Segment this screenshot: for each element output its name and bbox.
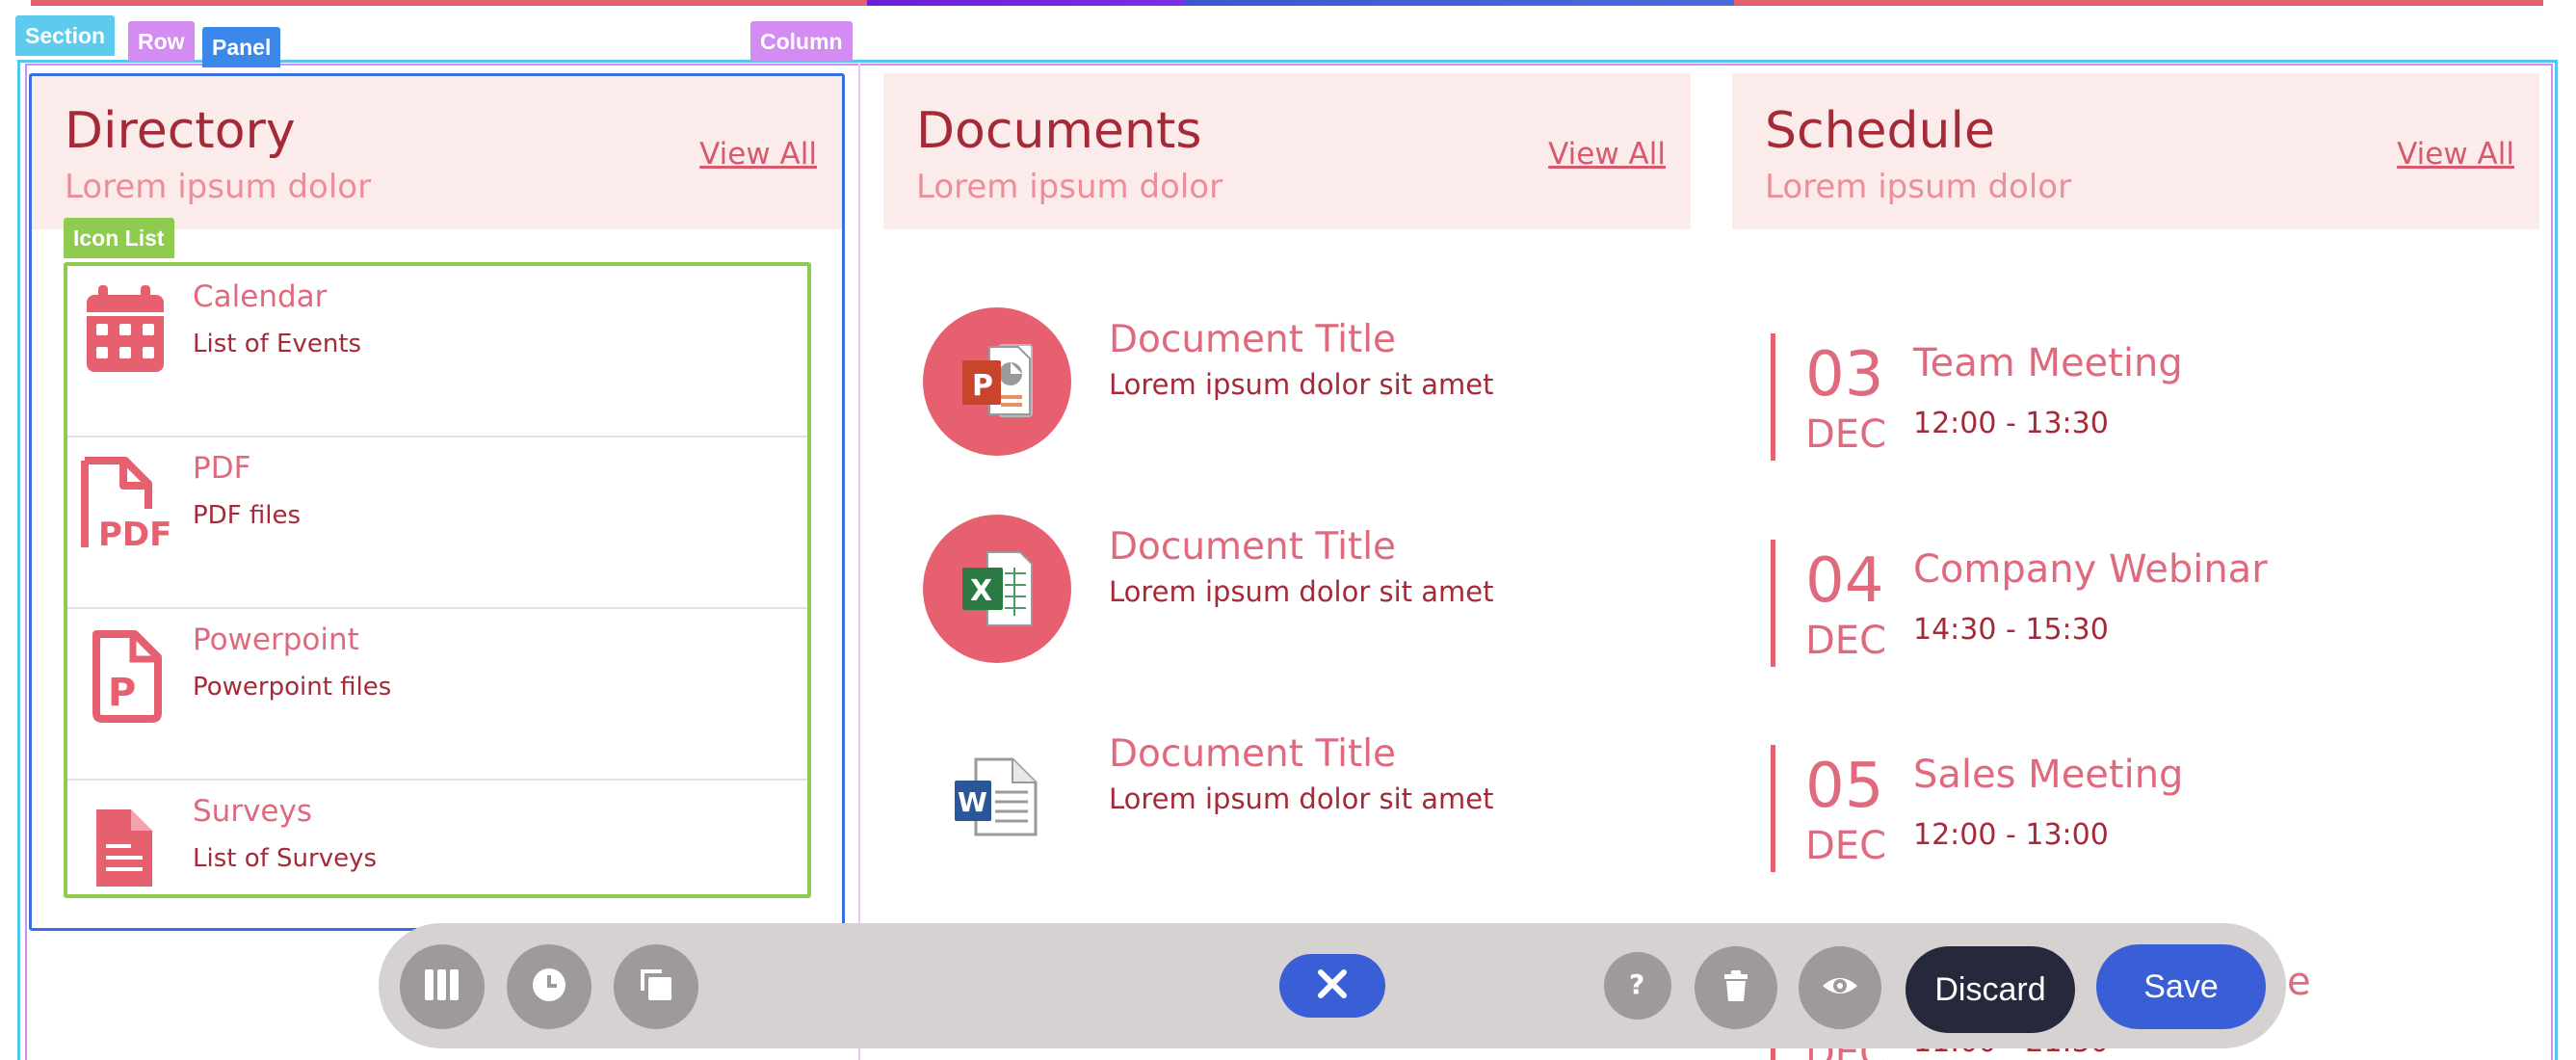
history-button[interactable] bbox=[507, 944, 591, 1029]
document-title: Document Title bbox=[1109, 732, 1397, 776]
event-item[interactable]: 05 DEC Sales Meeting 12:00 - 13:00 bbox=[1771, 745, 2522, 880]
schedule-view-all-link[interactable]: View All bbox=[2397, 137, 2514, 172]
document-title: Document Title bbox=[1109, 318, 1397, 361]
column-badge[interactable]: Column bbox=[750, 21, 853, 62]
icon-list[interactable]: Calendar List of Events PDF PDF PDF file… bbox=[64, 262, 811, 898]
event-accent-bar bbox=[1771, 333, 1775, 461]
list-item[interactable]: Calendar List of Events bbox=[67, 266, 807, 437]
document-subtitle: Lorem ipsum dolor sit amet bbox=[1109, 368, 1494, 401]
document-item[interactable]: X Document Title Lorem ipsum dolor sit a… bbox=[920, 514, 1710, 677]
event-item[interactable]: 03 DEC Team Meeting 12:00 - 13:30 bbox=[1771, 333, 2522, 468]
list-item-subtitle: Powerpoint files bbox=[193, 673, 392, 702]
document-item[interactable]: P Document Title Lorem ipsum dolor sit a… bbox=[920, 306, 1710, 470]
help-icon: ? bbox=[1620, 967, 1655, 1006]
accent-bar-segment bbox=[1185, 0, 1734, 6]
column-outline[interactable] bbox=[858, 64, 860, 1060]
accent-bar-segment bbox=[867, 0, 1185, 6]
list-item-title: Calendar bbox=[193, 279, 328, 314]
document-icon bbox=[75, 796, 173, 898]
close-button[interactable] bbox=[1279, 954, 1385, 1018]
event-month: DEC bbox=[1805, 824, 1887, 868]
svg-text:P: P bbox=[108, 671, 136, 715]
document-title: Document Title bbox=[1109, 525, 1397, 569]
layers-icon bbox=[635, 964, 677, 1011]
event-title: Team Meeting bbox=[1913, 341, 2183, 385]
help-button[interactable]: ? bbox=[1604, 952, 1671, 1020]
layers-button[interactable] bbox=[614, 944, 698, 1029]
section-badge[interactable]: Section bbox=[15, 15, 116, 56]
word-icon: W bbox=[922, 721, 1072, 871]
pdf-icon: PDF bbox=[75, 453, 173, 555]
event-item[interactable]: 04 DEC Company Webinar 14:30 - 15:30 bbox=[1771, 540, 2522, 675]
eye-icon bbox=[1819, 965, 1861, 1012]
event-month: DEC bbox=[1805, 619, 1887, 663]
document-subtitle: Lorem ipsum dolor sit amet bbox=[1109, 782, 1494, 815]
event-day: 03 bbox=[1805, 339, 1884, 411]
list-item-title: PDF bbox=[193, 451, 251, 486]
delete-button[interactable] bbox=[1695, 946, 1777, 1029]
event-month: DEC bbox=[1805, 412, 1887, 457]
event-title: Company Webinar bbox=[1913, 547, 2268, 592]
event-title: Sales Meeting bbox=[1913, 753, 2184, 797]
accent-bar-segment bbox=[1734, 0, 2543, 6]
event-accent-bar bbox=[1771, 745, 1775, 872]
clock-icon bbox=[528, 964, 570, 1011]
top-accent-bar bbox=[31, 0, 2543, 6]
event-day: 04 bbox=[1805, 545, 1884, 617]
schedule-header: Schedule Lorem ipsum dolor View All bbox=[1732, 73, 2539, 229]
event-time: 12:00 - 13:30 bbox=[1913, 407, 2109, 440]
icon-list-badge[interactable]: Icon List bbox=[64, 218, 174, 258]
list-item[interactable]: PDF PDF PDF files bbox=[67, 437, 807, 609]
event-time: 12:00 - 13:00 bbox=[1913, 818, 2109, 852]
svg-text:W: W bbox=[958, 786, 987, 818]
list-item-subtitle: List of Surveys bbox=[193, 844, 378, 873]
discard-button[interactable]: Discard bbox=[1906, 946, 2075, 1033]
powerpoint-file-icon: P bbox=[75, 624, 173, 727]
documents-title: Documents bbox=[916, 102, 1202, 160]
trash-icon bbox=[1717, 967, 1755, 1010]
documents-header: Documents Lorem ipsum dolor View All bbox=[883, 73, 1691, 229]
list-item-title: Surveys bbox=[193, 794, 312, 829]
event-title: e bbox=[2287, 960, 2311, 1004]
powerpoint-icon: P bbox=[922, 306, 1072, 457]
documents-view-all-link[interactable]: View All bbox=[1548, 137, 1666, 172]
schedule-title: Schedule bbox=[1765, 102, 1995, 160]
svg-text:PDF: PDF bbox=[98, 516, 171, 554]
row-badge[interactable]: Row bbox=[128, 21, 195, 62]
close-icon bbox=[1313, 965, 1352, 1008]
preview-button[interactable] bbox=[1799, 946, 1881, 1029]
svg-text:X: X bbox=[970, 574, 992, 608]
columns-button[interactable] bbox=[400, 944, 485, 1029]
columns-icon bbox=[421, 964, 463, 1011]
accent-bar-segment bbox=[31, 0, 867, 6]
schedule-subtitle: Lorem ipsum dolor bbox=[1765, 168, 2072, 206]
editor-toolbar: ? Discard Save bbox=[379, 923, 2286, 1048]
svg-text:?: ? bbox=[1629, 968, 1644, 1000]
excel-icon: X bbox=[922, 514, 1072, 664]
list-item[interactable]: P Powerpoint Powerpoint files bbox=[67, 609, 807, 781]
list-item-subtitle: List of Events bbox=[193, 330, 362, 358]
svg-text:P: P bbox=[972, 369, 993, 403]
document-subtitle: Lorem ipsum dolor sit amet bbox=[1109, 575, 1494, 608]
event-time: 14:30 - 15:30 bbox=[1913, 613, 2109, 647]
save-button[interactable]: Save bbox=[2096, 944, 2266, 1029]
document-item[interactable]: W Document Title Lorem ipsum dolor sit a… bbox=[920, 721, 1710, 885]
event-day: 05 bbox=[1805, 751, 1884, 822]
list-item-title: Powerpoint bbox=[193, 623, 359, 657]
calendar-icon bbox=[75, 281, 173, 384]
documents-subtitle: Lorem ipsum dolor bbox=[916, 168, 1223, 206]
panel-badge[interactable]: Panel bbox=[202, 27, 281, 67]
event-accent-bar bbox=[1771, 540, 1775, 667]
list-item-subtitle: PDF files bbox=[193, 501, 302, 530]
